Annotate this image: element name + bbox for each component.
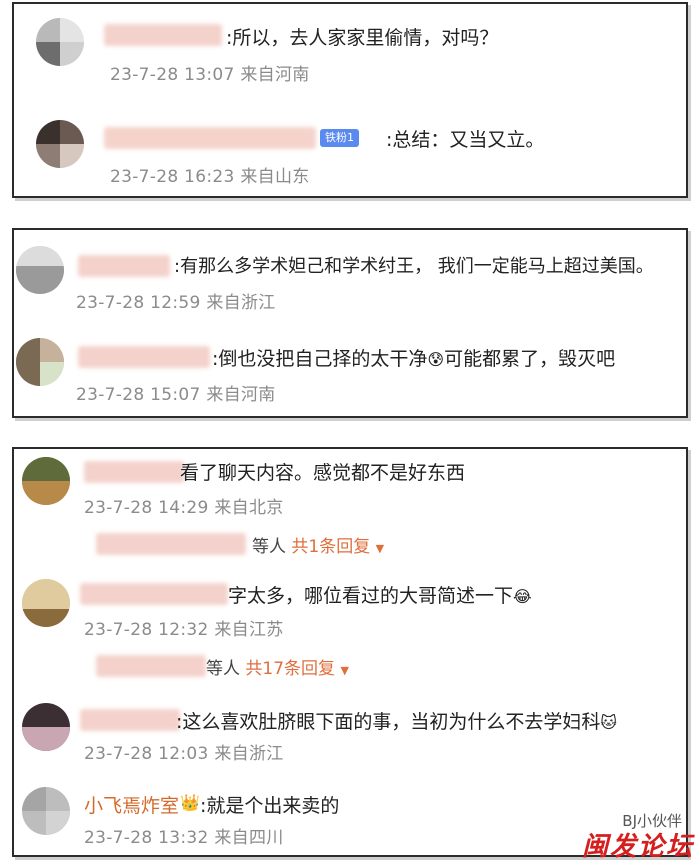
username-blurred[interactable] — [78, 346, 210, 368]
fan-badge: 铁粉1 — [320, 129, 359, 147]
comment-text-part: 可能都累了，毁灭吧 — [444, 348, 616, 370]
username-blurred[interactable] — [78, 255, 170, 277]
comment-item: 字太多，哪位看过的大哥简述一下😂 23-7-28 12:32 来自江苏 等人 共… — [14, 573, 686, 695]
reply-summary[interactable]: 等人 共17条回复 ▼ — [206, 654, 349, 679]
comment-card-2: :有那么多学术妲己和学术纣王， 我们一定能马上超过美国。 23-7-28 12:… — [12, 228, 688, 418]
comment-meta: 23-7-28 13:07 来自河南 — [110, 65, 310, 85]
comment-text: :这么喜欢肚脐眼下面的事，当初为什么不去学妇科🐱 — [176, 707, 617, 734]
reply-summary[interactable]: 等人 共1条回复 ▼ — [252, 532, 384, 557]
username-blurred[interactable] — [104, 24, 222, 46]
reply-users-suffix: 等人 — [252, 537, 286, 557]
comment-meta: 23-7-28 12:59 来自浙江 — [76, 293, 276, 313]
avatar[interactable] — [22, 457, 70, 505]
comment-text: 字太多，哪位看过的大哥简述一下😂 — [228, 581, 532, 608]
cat-face-emoji-icon: 🐱 — [600, 713, 618, 732]
comment-item: 铁粉1 :总结：又当又立。 23-7-28 16:23 来自山东 — [14, 100, 686, 196]
triangle-down-icon[interactable]: ▼ — [376, 542, 384, 555]
comment-text: :有那么多学术妲己和学术纣王， 我们一定能马上超过美国。 — [174, 256, 654, 277]
triangle-down-icon[interactable]: ▼ — [340, 664, 348, 677]
comment-item: :所以，去人家家里偷情，对吗？ 23-7-28 13:07 来自河南 — [14, 4, 686, 94]
comment-text: :倒也没把自己择的太干净😰可能都累了，毁灭吧 — [212, 344, 615, 371]
comment-item: :这么喜欢肚脐眼下面的事，当初为什么不去学妇科🐱 23-7-28 12:03 来… — [14, 697, 686, 771]
comment-meta: 23-7-28 16:23 来自山东 — [110, 167, 310, 187]
username[interactable]: 小飞焉炸室 — [84, 791, 179, 818]
comment-card-3: 看了聊天内容。感觉都不是好东西 23-7-28 14:29 来自北京 等人 共1… — [12, 447, 688, 857]
reply-users-blurred[interactable] — [96, 533, 246, 555]
comment-meta: 23-7-28 14:29 来自北京 — [84, 498, 284, 518]
comment-item: 看了聊天内容。感觉都不是好东西 23-7-28 14:29 来自北京 等人 共1… — [14, 449, 686, 569]
reply-count-link[interactable]: 共17条回复 — [245, 659, 335, 679]
comment-item: :倒也没把自己择的太干净😰可能都累了，毁灭吧 23-7-28 15:07 来自河… — [14, 324, 686, 416]
crown-emoji-icon: 👑 — [180, 793, 200, 812]
comment-text: :所以，去人家家里偷情，对吗？ — [226, 27, 499, 49]
comment-card-1: :所以，去人家家里偷情，对吗？ 23-7-28 13:07 来自河南 铁粉1 :… — [12, 2, 688, 198]
reply-users-blurred[interactable] — [96, 655, 206, 677]
comment-meta: 23-7-28 15:07 来自河南 — [76, 385, 276, 405]
reply-count-link[interactable]: 共1条回复 — [291, 537, 370, 557]
comment-meta: 23-7-28 12:32 来自江苏 — [84, 620, 284, 640]
avatar[interactable] — [36, 120, 84, 168]
avatar[interactable] — [22, 579, 70, 627]
username-blurred[interactable] — [104, 127, 316, 149]
avatar[interactable] — [36, 18, 84, 66]
avatar[interactable] — [16, 246, 64, 294]
comment-text: :总结：又当又立。 — [386, 129, 545, 151]
comment-meta: 23-7-28 12:03 来自浙江 — [84, 744, 284, 764]
comment-text-part: :这么喜欢肚脐眼下面的事，当初为什么不去学妇科 — [176, 711, 601, 733]
reply-users-suffix: 等人 — [206, 659, 240, 679]
comment-text-part: 字太多，哪位看过的大哥简述一下 — [228, 585, 514, 607]
username-blurred[interactable] — [80, 709, 180, 731]
comment-item: :有那么多学术妲己和学术纣王， 我们一定能马上超过美国。 23-7-28 12:… — [14, 230, 686, 322]
avatar[interactable] — [16, 338, 64, 386]
username-blurred[interactable] — [80, 583, 228, 605]
comment-text: 看了聊天内容。感觉都不是好东西 — [180, 462, 466, 484]
laughing-emoji-icon: 😂 — [513, 587, 532, 606]
cry-face-emoji-icon: 😰 — [427, 350, 445, 369]
username-blurred[interactable] — [84, 461, 184, 483]
comment-text-part: :倒也没把自己择的太干净 — [212, 348, 428, 370]
avatar[interactable] — [22, 787, 70, 835]
comment-text: :就是个出来卖的 — [200, 795, 340, 817]
watermark-logo: 闽发论坛 — [581, 832, 694, 862]
comment-meta: 23-7-28 13:32 来自四川 — [84, 828, 284, 848]
avatar[interactable] — [22, 703, 70, 751]
